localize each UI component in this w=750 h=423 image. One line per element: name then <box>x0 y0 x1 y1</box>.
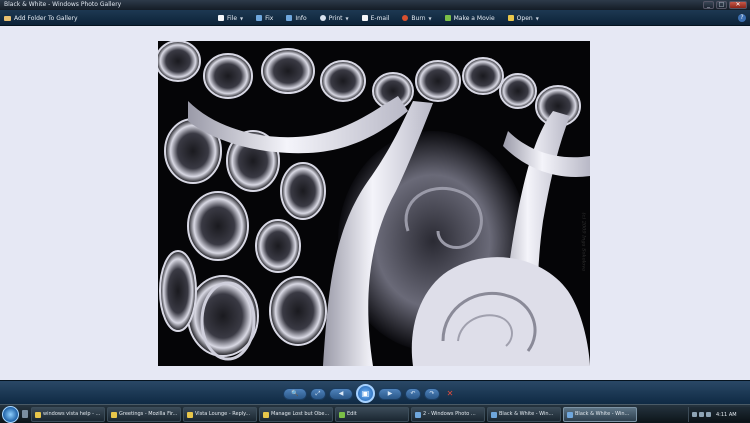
burn-label: Burn <box>411 14 426 22</box>
burn-menu[interactable]: Burn ▼ <box>402 14 432 22</box>
app-icon <box>339 411 345 418</box>
task-label: Greetings - Mozilla Fir... <box>119 411 178 417</box>
rotate-clockwise-button[interactable]: ↷ <box>424 387 440 400</box>
taskbar-buttons: windows vista help - ... Greetings - Moz… <box>31 407 637 422</box>
email-label: E-mail <box>370 14 390 22</box>
photo-gallery-icon <box>567 411 573 418</box>
info-button[interactable]: Info <box>286 14 307 22</box>
taskbar-button[interactable]: Manage Lost but Obe... <box>259 407 333 422</box>
command-bar: Add Folder To Gallery File ▼ Fix Info Pr… <box>0 10 750 26</box>
task-label: Black & White - Win... <box>499 411 554 417</box>
quick-launch <box>22 410 28 418</box>
fix-icon <box>256 15 263 21</box>
chevron-down-icon: ▼ <box>345 15 349 21</box>
title-bar: Black & White - Windows Photo Gallery _ … <box>0 0 750 10</box>
delete-button[interactable]: ✕ <box>443 388 457 400</box>
print-label: Print <box>328 14 343 22</box>
burn-icon <box>402 15 409 21</box>
task-label: Edit <box>347 411 357 417</box>
make-movie-label: Make a Movie <box>453 14 495 22</box>
photo-gallery-icon <box>491 411 497 418</box>
task-label: Vista Lounge - Reply... <box>195 411 251 417</box>
clock[interactable]: 4:11 AM <box>716 412 737 418</box>
fix-button[interactable]: Fix <box>256 15 273 22</box>
taskbar-button[interactable]: 2 - Windows Photo ... <box>411 407 485 422</box>
fractal-photo[interactable]: (c) 2009 Inga Sokolova <box>158 41 590 366</box>
chevron-down-icon: ▼ <box>428 15 432 21</box>
photo-viewer: (c) 2009 Inga Sokolova <box>0 27 750 380</box>
maximize-button[interactable]: □ <box>716 1 727 9</box>
firefox-icon <box>35 411 41 418</box>
tray-icon[interactable] <box>699 412 704 417</box>
previous-button[interactable]: ◀ <box>329 387 353 400</box>
quick-launch-icon[interactable] <box>22 410 28 418</box>
chevron-down-icon: ▼ <box>240 15 244 21</box>
task-label: 2 - Windows Photo ... <box>423 411 476 417</box>
info-icon <box>286 15 293 21</box>
system-tray: 4:11 AM <box>688 407 750 422</box>
email-button[interactable]: E-mail <box>361 14 390 22</box>
tray-icon[interactable] <box>706 412 711 417</box>
print-menu[interactable]: Print ▼ <box>319 14 349 22</box>
photo-gallery-icon <box>415 411 421 418</box>
task-label: Manage Lost but Obe... <box>271 411 330 417</box>
slideshow-button[interactable]: ▣ <box>356 384 375 403</box>
file-icon <box>218 15 224 21</box>
start-button[interactable] <box>2 406 19 423</box>
help-icon[interactable]: ? <box>738 14 746 22</box>
rotate-counterclockwise-button[interactable]: ↶ <box>405 387 421 400</box>
window-title: Black & White - Windows Photo Gallery <box>4 1 122 8</box>
print-icon <box>319 15 326 21</box>
make-movie-button[interactable]: Make a Movie <box>444 14 495 22</box>
tray-icon[interactable] <box>692 412 697 417</box>
next-button[interactable]: ▶ <box>378 387 402 400</box>
taskbar-button[interactable]: Edit <box>335 407 409 422</box>
fix-label: Fix <box>265 14 274 22</box>
taskbar-button[interactable]: Vista Lounge - Reply... <box>183 407 257 422</box>
firefox-icon <box>111 411 117 418</box>
taskbar: windows vista help - ... Greetings - Moz… <box>0 404 750 423</box>
minimize-button[interactable]: _ <box>703 1 714 9</box>
email-icon <box>361 15 368 21</box>
fit-window-button[interactable]: ⤢ <box>310 387 326 400</box>
open-label: Open <box>516 14 533 22</box>
photo-watermark: (c) 2009 Inga Sokolova <box>580 212 586 271</box>
add-folder-button[interactable]: Add Folder To Gallery <box>4 10 78 26</box>
taskbar-button[interactable]: Black & White - Win... <box>487 407 561 422</box>
taskbar-button[interactable]: Greetings - Mozilla Fir... <box>107 407 181 422</box>
close-button[interactable]: ✕ <box>729 1 747 9</box>
taskbar-button[interactable]: windows vista help - ... <box>31 407 105 422</box>
window-controls: _ □ ✕ <box>703 1 747 9</box>
folder-icon <box>4 15 11 21</box>
file-menu[interactable]: File ▼ <box>218 15 243 22</box>
fractal-image <box>158 41 590 366</box>
viewer-control-bar: 🔍 ⤢ ◀ ▣ ▶ ↶ ↷ ✕ <box>0 380 750 404</box>
command-items: File ▼ Fix Info Print ▼ E-mail Burn ▼ Ma… <box>218 10 552 26</box>
open-icon <box>507 15 514 21</box>
add-folder-label: Add Folder To Gallery <box>14 14 78 22</box>
viewer-controls: 🔍 ⤢ ◀ ▣ ▶ ↶ ↷ ✕ <box>283 384 457 403</box>
task-label: windows vista help - ... <box>43 411 101 417</box>
file-label: File <box>227 14 238 22</box>
firefox-icon <box>263 411 269 418</box>
task-label: Black & White - Win... <box>575 411 630 417</box>
chevron-down-icon: ▼ <box>535 15 539 21</box>
zoom-button[interactable]: 🔍 <box>283 387 307 400</box>
firefox-icon <box>187 411 193 418</box>
info-label: Info <box>295 14 307 22</box>
taskbar-button-active[interactable]: Black & White - Win... <box>563 407 637 422</box>
open-menu[interactable]: Open ▼ <box>507 14 539 22</box>
movie-icon <box>444 15 451 21</box>
